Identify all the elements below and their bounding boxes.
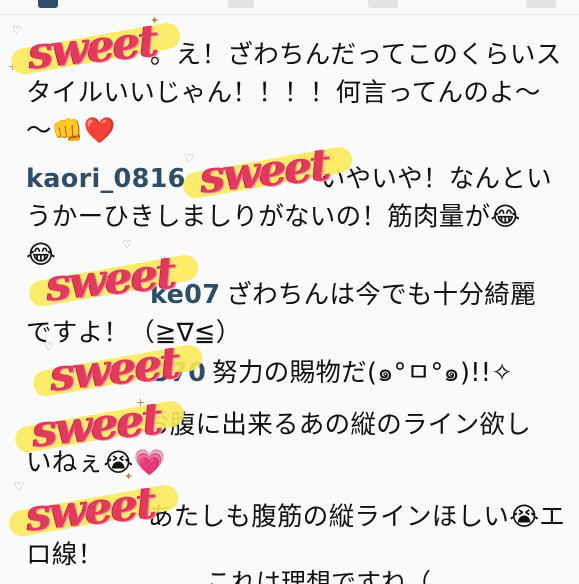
comment-text: ざわちんは今でも十分綺麗	[226, 280, 536, 310]
comment-item-partial: これは理想ですね（	[0, 564, 579, 584]
comment-item-continuation: タイルいいじゃん！！！！何言ってんのよ〜	[0, 74, 565, 112]
sparkle-icon: ♡	[184, 152, 194, 165]
comment-text: 努力の賜物だ(๑°ㅁ°๑)!!✧	[212, 358, 513, 388]
comment-text: うかーひきしましりがないの！筋肉量が😂	[26, 202, 521, 232]
top-navigation-bar	[0, 0, 579, 15]
comment-item-continuation: うかーひきしましりがないの！筋肉量が😂	[0, 198, 565, 236]
comment-username[interactable]: kaori_0816	[26, 164, 186, 194]
sparkle-icon: ♡	[14, 480, 24, 493]
sparkle-icon: ♡	[12, 24, 22, 37]
comment-text: タイルいいじゃん！！！！何言ってんのよ〜	[26, 78, 541, 108]
comment-text: お腹に出来るあの縦のライン欲し	[144, 410, 532, 440]
comment-text: あたしも腹筋の縦ラインほしい😭エ	[148, 502, 566, 532]
sparkle-icon: ♡	[122, 238, 132, 251]
comment-text: これは理想ですね（	[206, 568, 432, 584]
search-icon[interactable]	[228, 0, 254, 8]
profile-icon[interactable]	[526, 0, 556, 8]
comment-text: いやいや！なんとい	[319, 164, 552, 194]
activity-icon[interactable]	[368, 0, 398, 8]
home-icon[interactable]	[38, 0, 58, 8]
comment-text: 。え！ざわちんだってこのくらいス	[150, 40, 562, 70]
